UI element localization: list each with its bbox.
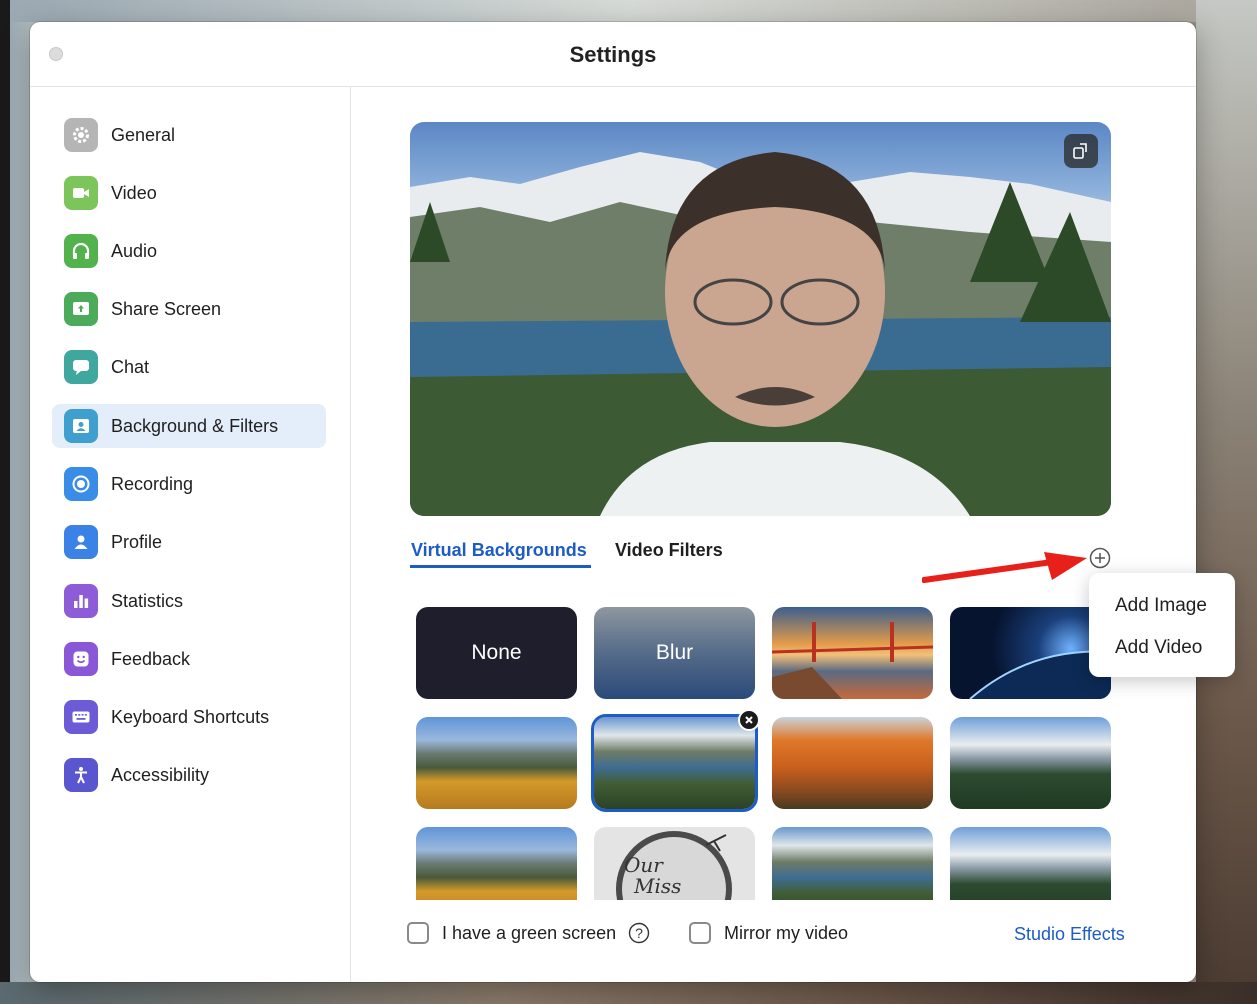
title-bar: Settings: [30, 22, 1196, 87]
sidebar-item-label: Chat: [111, 356, 150, 377]
sidebar-item-label: General: [111, 124, 176, 145]
add-image-menu-item[interactable]: Add Image: [1115, 595, 1207, 617]
green-screen-checkbox[interactable]: [407, 922, 429, 944]
sidebar-item-label: Statistics: [111, 590, 184, 611]
video-camera-icon: [64, 176, 98, 210]
video-preview: [410, 122, 1111, 516]
sidebar-item-label: Feedback: [111, 648, 191, 669]
tile-label: Blur: [655, 641, 694, 664]
sidebar-item-chat[interactable]: Chat: [52, 345, 326, 389]
desktop-background-top: [0, 0, 1257, 22]
our-miss-brooks-logo: OurMissBrooks: [616, 831, 732, 900]
close-icon: [745, 716, 753, 724]
green-screen-option: I have a green screen ?: [407, 918, 650, 948]
headphones-icon: [64, 234, 98, 268]
background-tile-golden-gate-bridge[interactable]: [772, 607, 933, 699]
sidebar-item-label: Keyboard Shortcuts: [111, 706, 270, 727]
add-background-menu: Add Image Add Video: [1089, 573, 1235, 677]
background-tile-lake-mountains[interactable]: [591, 714, 758, 812]
help-icon[interactable]: ?: [628, 922, 650, 944]
tab-video-filters[interactable]: Video Filters: [615, 540, 723, 561]
accessibility-icon: [64, 758, 98, 792]
profile-icon: [64, 525, 98, 559]
keyboard-icon: [64, 700, 98, 734]
background-tile-snowy-peaks-2[interactable]: [950, 827, 1111, 900]
svg-text:Miss: Miss: [633, 874, 681, 898]
sidebar-item-general[interactable]: General: [52, 113, 326, 157]
mirror-video-label: Mirror my video: [724, 922, 849, 943]
background-tile-none[interactable]: None: [416, 607, 577, 699]
mirror-video-checkbox[interactable]: [689, 922, 711, 944]
sidebar-item-feedback[interactable]: Feedback: [52, 637, 326, 681]
bar-chart-icon: [64, 584, 98, 618]
record-icon: [64, 467, 98, 501]
bridge-image: [772, 622, 933, 699]
desktop-background-bottom: [0, 982, 1257, 1004]
window-title: Settings: [569, 42, 657, 67]
active-tab-indicator: [410, 565, 591, 568]
background-grid: None Blur OurMissBrooks: [410, 602, 1120, 900]
sidebar-item-keyboard-shortcuts[interactable]: Keyboard Shortcuts: [52, 695, 326, 739]
tab-virtual-backgrounds[interactable]: Virtual Backgrounds: [411, 540, 587, 561]
background-tile-snowy-peaks[interactable]: [950, 717, 1111, 809]
sidebar-item-statistics[interactable]: Statistics: [52, 579, 326, 623]
earth-image: [969, 650, 1111, 699]
add-video-menu-item[interactable]: Add Video: [1115, 637, 1202, 659]
background-tile-aspen-mountains[interactable]: [416, 717, 577, 809]
preview-scene-image: [410, 152, 1111, 516]
background-tile-aspen-mountains-2[interactable]: [416, 827, 577, 900]
sidebar-item-video[interactable]: Video: [52, 171, 326, 215]
sidebar-item-label: Background & Filters: [111, 415, 279, 436]
plus-icon: [1089, 547, 1111, 569]
svg-text:Brooks: Brooks: [641, 896, 713, 900]
sidebar-item-label: Video: [111, 182, 157, 203]
gear-icon: [64, 118, 98, 152]
sidebar-item-label: Recording: [111, 473, 194, 494]
sidebar-item-label: Share Screen: [111, 298, 222, 319]
desktop-background-left: [0, 0, 10, 1004]
sidebar-item-accessibility[interactable]: Accessibility: [52, 753, 326, 797]
studio-effects-link[interactable]: Studio Effects: [1014, 924, 1125, 945]
rotate-video-button[interactable]: [1064, 134, 1098, 168]
sidebar-item-profile[interactable]: Profile: [52, 520, 326, 564]
background-tile-orange-aspens[interactable]: [772, 717, 933, 809]
tile-label: None: [471, 641, 522, 664]
remove-background-button[interactable]: [738, 709, 760, 731]
green-screen-label: I have a green screen: [442, 922, 617, 943]
desktop-background-right: [1196, 0, 1257, 1004]
sidebar-item-recording[interactable]: Recording: [52, 462, 326, 506]
settings-window: Settings General Video Audio Share Scree…: [30, 22, 1196, 982]
sidebar-item-share-screen[interactable]: Share Screen: [52, 287, 326, 331]
svg-text:?: ?: [635, 925, 643, 941]
add-background-button[interactable]: [1089, 547, 1111, 569]
share-screen-icon: [64, 292, 98, 326]
sidebar-item-label: Accessibility: [111, 764, 210, 785]
sidebar-item-label: Profile: [111, 531, 163, 552]
sidebar: General Video Audio Share Screen Chat Ba…: [30, 87, 351, 982]
sidebar-item-audio[interactable]: Audio: [52, 229, 326, 273]
rotate-icon: [1073, 143, 1087, 159]
person-frame-icon: [64, 409, 98, 443]
smiley-icon: [64, 642, 98, 676]
background-tile-earth-from-space[interactable]: [950, 607, 1111, 699]
background-tile-our-miss-brooks[interactable]: OurMissBrooks: [594, 827, 755, 900]
chat-bubble-icon: [64, 350, 98, 384]
background-tile-lake-mountains-2[interactable]: [772, 827, 933, 900]
background-tile-blur[interactable]: Blur: [594, 607, 755, 699]
annotation-arrow: [922, 552, 1087, 583]
sidebar-item-label: Audio: [111, 240, 158, 261]
mirror-option: Mirror my video: [689, 918, 848, 948]
sidebar-item-background-filters[interactable]: Background & Filters: [52, 404, 326, 448]
